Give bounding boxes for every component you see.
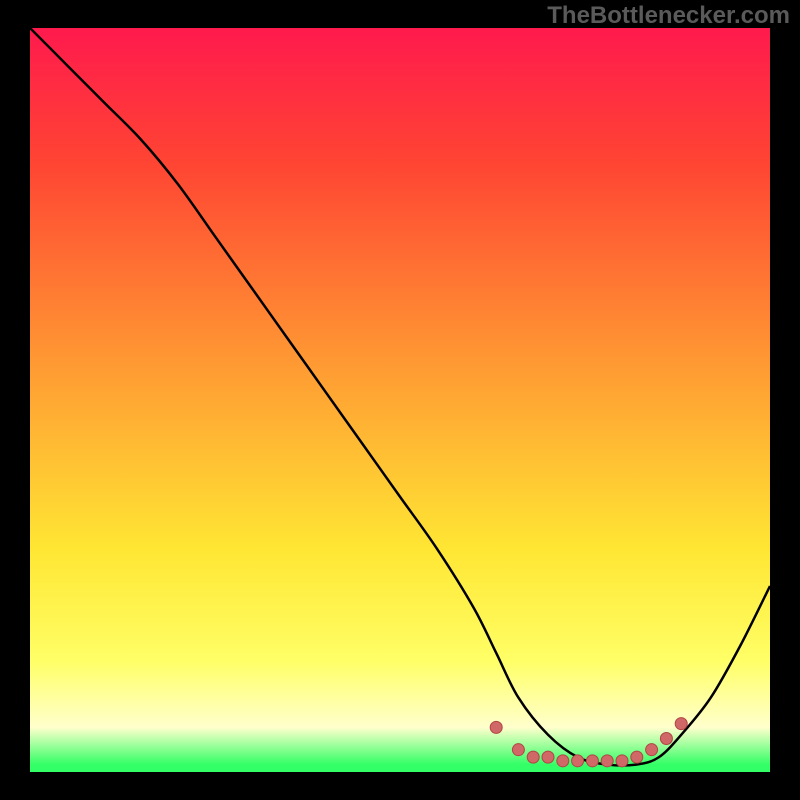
plot-area	[30, 28, 770, 772]
attribution-text: TheBottlenecker.com	[547, 2, 790, 30]
chart-container: TheBottlenecker.com	[0, 0, 800, 800]
optimal-marker	[542, 751, 554, 763]
optimal-marker	[490, 721, 502, 733]
optimal-marker	[586, 755, 598, 767]
optimal-marker	[572, 755, 584, 767]
optimal-marker	[616, 755, 628, 767]
optimal-marker	[631, 751, 643, 763]
optimal-marker	[660, 733, 672, 745]
optimal-marker	[557, 755, 569, 767]
optimal-marker	[646, 744, 658, 756]
optimal-marker	[527, 751, 539, 763]
optimal-marker	[512, 744, 524, 756]
bottleneck-chart	[30, 28, 770, 772]
optimal-marker	[601, 755, 613, 767]
optimal-marker	[675, 718, 687, 730]
